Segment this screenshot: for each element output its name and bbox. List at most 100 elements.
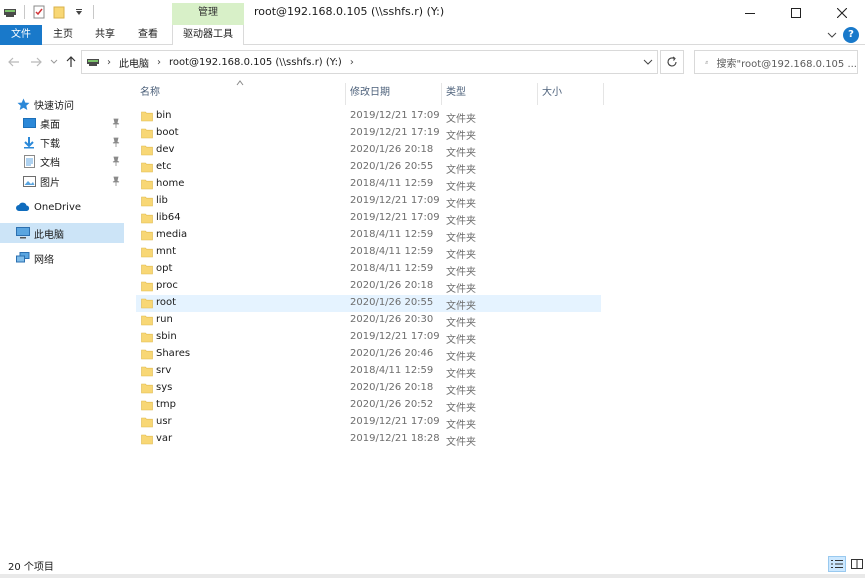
file-name: sbin [156,331,177,342]
file-row[interactable]: srv 2018/4/11 12:59 文件夹 [136,363,601,380]
breadcrumb-separator[interactable]: › [157,57,161,68]
file-row[interactable]: Shares 2020/1/26 20:46 文件夹 [136,346,601,363]
tab-drive-tools[interactable]: 驱动器工具 [172,25,244,45]
column-header-type[interactable]: 类型 [442,83,538,105]
window-controls [727,0,865,25]
nav-onedrive[interactable]: OneDrive [0,197,124,217]
folder-icon [141,144,153,156]
forward-button[interactable] [28,54,44,70]
pin-icon[interactable] [112,137,120,147]
nav-this-pc[interactable]: 此电脑 [0,223,124,243]
file-row[interactable]: var 2019/12/21 18:28 文件夹 [136,431,601,448]
properties-icon[interactable] [31,4,47,20]
chevron-down-icon[interactable] [825,28,839,42]
column-header-name[interactable]: 名称 [136,83,346,105]
breadcrumb-current-drive[interactable]: root@192.168.0.105 (\\sshfs.r) (Y:) [169,57,342,68]
nav-desktop[interactable]: 桌面 [0,113,124,133]
file-name: home [156,178,185,189]
folder-icon [141,229,153,241]
file-row[interactable]: media 2018/4/11 12:59 文件夹 [136,227,601,244]
close-button[interactable] [819,0,865,25]
file-name: lib64 [156,212,181,223]
nav-network[interactable]: 网络 [0,248,124,268]
column-header-date[interactable]: 修改日期 [346,83,442,105]
customize-toolbar-icon[interactable] [71,4,87,20]
refresh-icon [667,56,677,67]
tab-view[interactable]: 查看 [131,25,165,45]
nav-downloads[interactable]: 下载 [0,132,124,152]
file-row[interactable]: root 2020/1/26 20:55 文件夹 [136,295,601,312]
tab-home[interactable]: 主页 [46,25,80,45]
help-icon[interactable]: ? [843,27,859,43]
file-row[interactable]: usr 2019/12/21 17:09 文件夹 [136,414,601,431]
folder-icon [141,263,153,275]
tab-file[interactable]: 文件 [0,25,42,45]
chevron-down-icon[interactable] [643,57,653,67]
breadcrumb-separator[interactable]: › [350,57,354,68]
file-type: 文件夹 [446,233,476,244]
pin-icon[interactable] [112,156,120,166]
file-row[interactable]: proc 2020/1/26 20:18 文件夹 [136,278,601,295]
pin-icon[interactable] [112,176,120,186]
drive-icon [87,57,99,67]
up-button[interactable] [63,54,79,70]
folder-icon [141,127,153,139]
folder-icon [141,348,153,360]
refresh-button[interactable] [660,50,684,74]
file-row[interactable]: lib64 2019/12/21 17:09 文件夹 [136,210,601,227]
large-icons-view-button[interactable] [848,556,865,572]
recent-locations-button[interactable] [46,54,62,70]
folder-icon [141,280,153,292]
file-date: 2018/4/11 12:59 [350,365,434,376]
breadcrumb-separator[interactable]: › [107,57,111,68]
file-date: 2018/4/11 12:59 [350,246,434,257]
file-row[interactable]: sbin 2019/12/21 17:09 文件夹 [136,329,601,346]
column-header-size[interactable]: 大小 [538,83,604,105]
file-row[interactable]: opt 2018/4/11 12:59 文件夹 [136,261,601,278]
file-type: 文件夹 [446,199,476,210]
file-date: 2020/1/26 20:52 [350,399,434,410]
ribbon-tabs: 文件 主页 共享 查看 驱动器工具 ? [0,25,865,45]
minimize-icon [745,12,755,14]
file-date: 2020/1/26 20:55 [350,161,434,172]
computer-icon [16,226,30,240]
file-date: 2019/12/21 18:28 [350,433,440,444]
pin-icon[interactable] [112,118,120,128]
nav-documents[interactable]: 文档 [0,151,124,171]
file-type: 文件夹 [446,403,476,414]
file-row[interactable]: home 2018/4/11 12:59 文件夹 [136,176,601,193]
nav-pictures[interactable]: 图片 [0,171,124,191]
back-button[interactable] [6,54,22,70]
breadcrumb-this-pc[interactable]: 此电脑 [119,55,149,70]
details-view-button[interactable] [828,556,846,572]
file-type: 文件夹 [446,182,476,193]
file-row[interactable]: run 2020/1/26 20:30 文件夹 [136,312,601,329]
file-name: root [156,297,177,308]
file-row[interactable]: dev 2020/1/26 20:18 文件夹 [136,142,601,159]
navigation-pane: 快速访问 桌面 下载 文档 图片 OneDrive 此电脑 网络 [0,80,128,550]
file-row[interactable]: mnt 2018/4/11 12:59 文件夹 [136,244,601,261]
file-row[interactable]: sys 2020/1/26 20:18 文件夹 [136,380,601,397]
nav-quick-access[interactable]: 快速访问 [0,94,124,114]
folder-icon [141,365,153,377]
file-name: usr [156,416,172,427]
new-folder-icon[interactable] [51,4,67,20]
file-row[interactable]: boot 2019/12/21 17:19 文件夹 [136,125,601,142]
drive-icon[interactable] [2,4,18,20]
minimize-button[interactable] [727,0,773,25]
file-name: proc [156,280,178,291]
file-type: 文件夹 [446,284,476,295]
file-name: lib [156,195,168,206]
maximize-button[interactable] [773,0,819,25]
file-row[interactable]: bin 2019/12/21 17:09 文件夹 [136,108,601,125]
file-row[interactable]: tmp 2020/1/26 20:52 文件夹 [136,397,601,414]
column-divider[interactable] [603,83,604,105]
file-date: 2020/1/26 20:18 [350,144,434,155]
search-placeholder: 搜索"root@192.168.0.105 ... [716,58,857,70]
tab-share[interactable]: 共享 [88,25,122,45]
file-row[interactable]: lib 2019/12/21 17:09 文件夹 [136,193,601,210]
search-input[interactable]: 搜索"root@192.168.0.105 ... [694,50,858,74]
file-row[interactable]: etc 2020/1/26 20:55 文件夹 [136,159,601,176]
address-bar[interactable]: › 此电脑 › root@192.168.0.105 (\\sshfs.r) (… [81,50,658,74]
folder-icon [141,178,153,190]
